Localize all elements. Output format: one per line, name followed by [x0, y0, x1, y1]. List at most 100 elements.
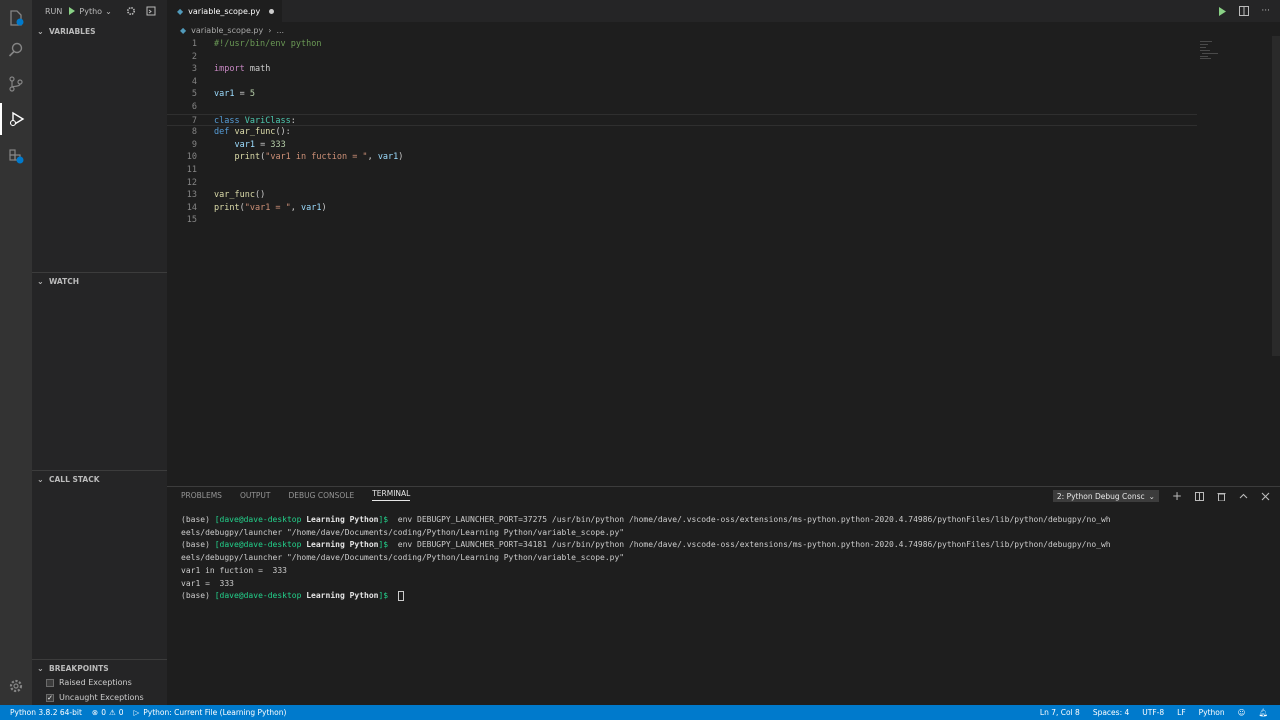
line-number: 6: [191, 102, 197, 112]
editor-tab-bar: ◆ variable_scope.py ···: [167, 0, 1280, 22]
debug-config-dropdown[interactable]: Pytho ⌄: [68, 6, 112, 16]
code-line[interactable]: 3 import math: [167, 63, 1197, 76]
breakpoint-uncaught-exceptions[interactable]: ✓ Uncaught Exceptions: [46, 693, 144, 702]
code-token: import: [214, 64, 245, 75]
play-icon[interactable]: [68, 7, 76, 15]
code-line[interactable]: 15: [167, 214, 1197, 227]
terminal-text: env DEBUGPY_LAUNCHER_PORT=37275 /usr/bin…: [392, 515, 1111, 524]
chevron-down-icon: ⌄: [37, 664, 44, 673]
add-terminal-icon[interactable]: +: [1172, 489, 1182, 503]
unsaved-dot-icon[interactable]: [269, 8, 275, 14]
terminal-select-value: 2: Python Debug Consc: [1056, 491, 1145, 501]
code-token: def: [214, 127, 230, 138]
checkbox-checked[interactable]: ✓: [46, 693, 54, 702]
search-icon[interactable]: [0, 34, 32, 66]
code-line[interactable]: 11: [167, 164, 1197, 177]
end-of-line[interactable]: LF: [1177, 708, 1186, 717]
trash-icon[interactable]: [1217, 492, 1226, 501]
source-control-icon[interactable]: [0, 68, 32, 100]
code-line[interactable]: 2: [167, 51, 1197, 64]
warning-count: 0: [118, 708, 124, 717]
terminal-line: eels/debugpy/launcher "/home/dave/Docume…: [181, 527, 1261, 540]
code-token: var_func: [234, 127, 276, 138]
section-variables-label: VARIABLES: [49, 26, 96, 36]
split-terminal-icon[interactable]: [1195, 491, 1204, 501]
split-editor-icon[interactable]: [1239, 6, 1250, 16]
panel-tabs: PROBLEMS OUTPUT DEBUG CONSOLE TERMINAL: [181, 487, 411, 503]
activity-bar: [0, 0, 32, 705]
feedback-icon[interactable]: ☺: [1238, 708, 1246, 717]
terminal-output[interactable]: (base) [dave@dave-desktop Learning Pytho…: [181, 514, 1261, 603]
prompt-dir: Learning Python: [306, 591, 379, 601]
code-line[interactable]: 10 print("var1 in fuction = ", var1): [167, 151, 1197, 164]
breakpoint-label: Uncaught Exceptions: [59, 693, 144, 702]
code-text: var1 = 333: [214, 139, 285, 152]
panel-tab-problems[interactable]: PROBLEMS: [181, 491, 222, 500]
code-text: print("var1 in fuction = ", var1): [214, 151, 403, 164]
python-interpreter[interactable]: Python 3.8.2 64-bit: [10, 708, 82, 717]
error-icon: ⊗: [91, 708, 99, 717]
code-line[interactable]: 13 var_func(): [167, 189, 1197, 202]
editor-scrollbar[interactable]: [1272, 36, 1280, 356]
terminal-text: env DEBUGPY_LAUNCHER_PORT=34181 /usr/bin…: [392, 540, 1111, 550]
code-text: def var_func():: [214, 126, 291, 139]
explorer-icon[interactable]: [0, 2, 32, 34]
code-token: VariClass: [244, 115, 291, 126]
panel-tab-terminal[interactable]: TERMINAL: [372, 489, 411, 501]
error-count: 0: [101, 708, 106, 717]
code-line[interactable]: 7 class VariClass:: [167, 113, 1197, 127]
problems-indicator[interactable]: ⊗ 0 ⚠ 0: [92, 708, 124, 717]
code-token: :: [290, 115, 296, 126]
cursor-position[interactable]: Ln 7, Col 8: [1040, 708, 1080, 717]
code-token: class: [214, 115, 240, 126]
breakpoint-raised-exceptions[interactable]: Raised Exceptions: [46, 678, 132, 687]
code-line[interactable]: 9 var1 = 333: [167, 139, 1197, 152]
code-line[interactable]: 8 def var_func():: [167, 126, 1197, 139]
debug-config-status[interactable]: ▷ Python: Current File (Learning Python): [133, 708, 286, 717]
code-line[interactable]: 4: [167, 76, 1197, 89]
language-mode[interactable]: Python: [1199, 708, 1225, 717]
terminal-select[interactable]: 2: Python Debug Consc ⌄: [1052, 490, 1159, 502]
code-token: (): [254, 190, 266, 201]
run-file-icon[interactable]: [1218, 6, 1227, 16]
close-icon[interactable]: [1261, 492, 1270, 501]
bell-icon[interactable]: 🔔︎: [1258, 708, 1268, 717]
checkbox-unchecked[interactable]: [46, 678, 54, 687]
debug-config-label: Pytho: [79, 6, 103, 16]
code-token: ): [398, 152, 404, 163]
breadcrumb-file[interactable]: variable_scope.py: [191, 26, 263, 35]
code-text: var1 = 5: [214, 88, 255, 101]
code-line[interactable]: 5 var1 = 5: [167, 88, 1197, 101]
panel-tab-debug-console[interactable]: DEBUG CONSOLE: [289, 491, 355, 500]
chevron-right-icon: ›: [268, 25, 272, 35]
settings-gear-icon[interactable]: [0, 670, 32, 702]
code-line[interactable]: 12: [167, 177, 1197, 190]
encoding[interactable]: UTF-8: [1142, 708, 1164, 717]
section-variables[interactable]: ⌄ VARIABLES: [32, 22, 167, 40]
minimap[interactable]: [1200, 41, 1240, 61]
terminal-text: var1 in fuction = 333: [181, 565, 287, 575]
breadcrumb-more[interactable]: ...: [276, 26, 284, 35]
section-watch-label: WATCH: [49, 277, 80, 286]
section-watch[interactable]: ⌄ WATCH: [32, 272, 167, 290]
section-call-stack-label: CALL STACK: [49, 475, 100, 484]
section-call-stack[interactable]: ⌄ CALL STACK: [32, 470, 167, 488]
code-line[interactable]: 6: [167, 101, 1197, 114]
maximize-panel-icon[interactable]: [1239, 492, 1248, 501]
extensions-icon[interactable]: [0, 140, 32, 172]
more-actions-icon[interactable]: ···: [1261, 6, 1270, 16]
gear-icon[interactable]: [126, 6, 136, 16]
tab-variable-scope[interactable]: ◆ variable_scope.py: [167, 0, 282, 22]
section-breakpoints[interactable]: ⌄ BREAKPOINTS: [32, 659, 167, 677]
panel-tab-output[interactable]: OUTPUT: [240, 491, 271, 500]
debug-console-icon[interactable]: [146, 6, 156, 16]
code-line[interactable]: 1 #!/usr/bin/env python: [167, 38, 1197, 51]
indentation[interactable]: Spaces: 4: [1093, 708, 1129, 717]
code-editor[interactable]: 1 #!/usr/bin/env python 2 3 import math 4 5 var…: [167, 36, 1280, 486]
run-debug-icon[interactable]: [0, 103, 32, 135]
prompt-user: [dave@dave-desktop: [214, 515, 307, 524]
terminal-line: (base) [dave@dave-desktop Learning Pytho…: [181, 539, 1261, 552]
code-line[interactable]: 14 print("var1 = ", var1): [167, 202, 1197, 215]
